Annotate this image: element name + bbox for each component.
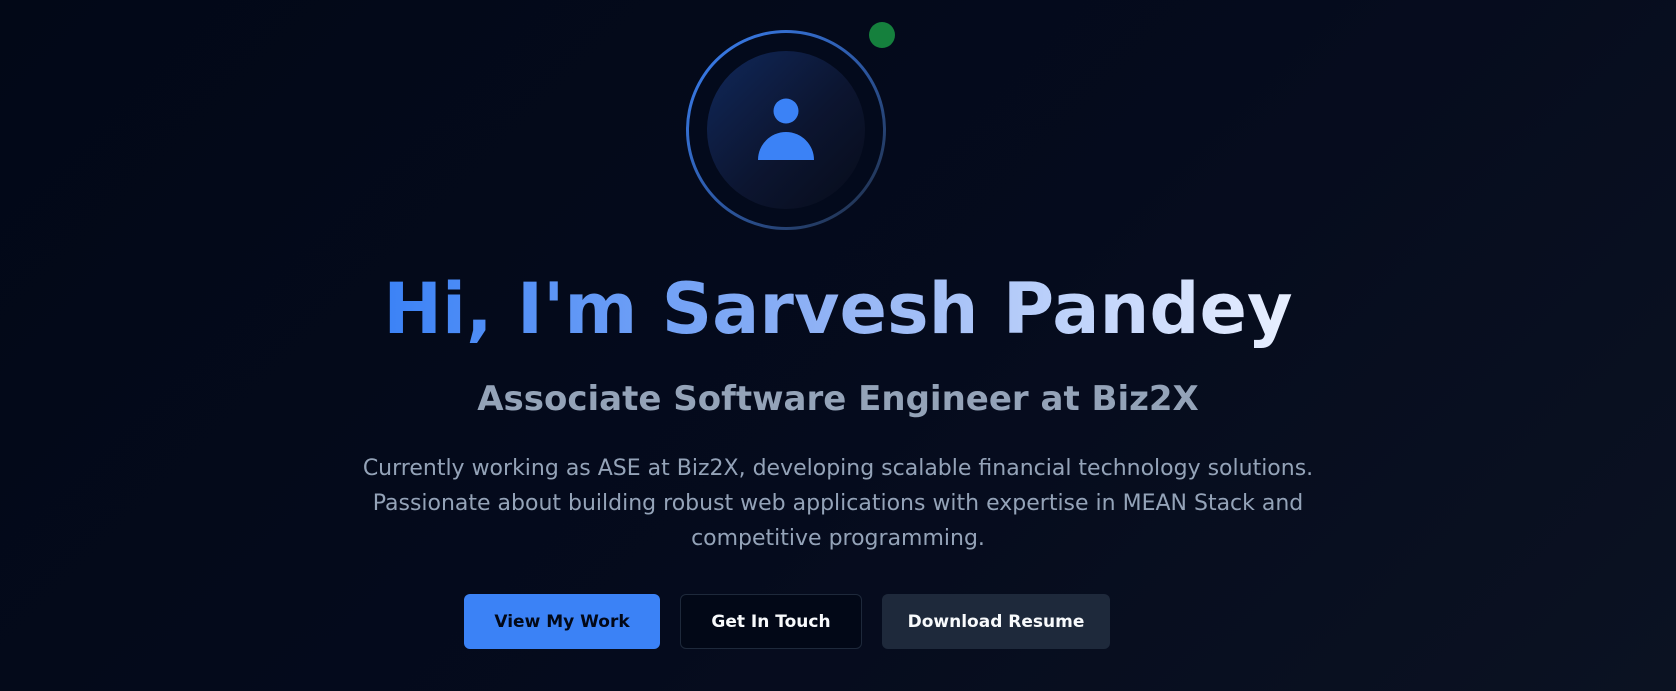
description-line: Currently working as ASE at Biz2X, devel… [362, 456, 1314, 481]
download-resume-button[interactable]: Download Resume [882, 594, 1110, 649]
hero-subtitle: Associate Software Engineer at Biz2X [477, 379, 1199, 419]
hero-title: Hi, I'm Sarvesh Pandey [383, 268, 1293, 350]
view-my-work-button[interactable]: View My Work [464, 594, 660, 649]
hero-actions: View My Work Get In Touch Download Resum… [0, 594, 1676, 650]
hero-description: Currently working as ASE at Biz2X, devel… [288, 451, 1388, 556]
user-icon [758, 98, 814, 160]
description-line: competitive programming. [691, 526, 985, 551]
avatar [686, 22, 895, 230]
avatar-ring [686, 30, 886, 230]
online-status-dot [869, 22, 895, 48]
get-in-touch-button[interactable]: Get In Touch [680, 594, 862, 649]
description-line: Passionate about building robust web app… [372, 491, 1304, 516]
avatar-circle [707, 51, 865, 209]
hero-section: Hi, I'm Sarvesh Pandey Associate Softwar… [0, 0, 1676, 691]
